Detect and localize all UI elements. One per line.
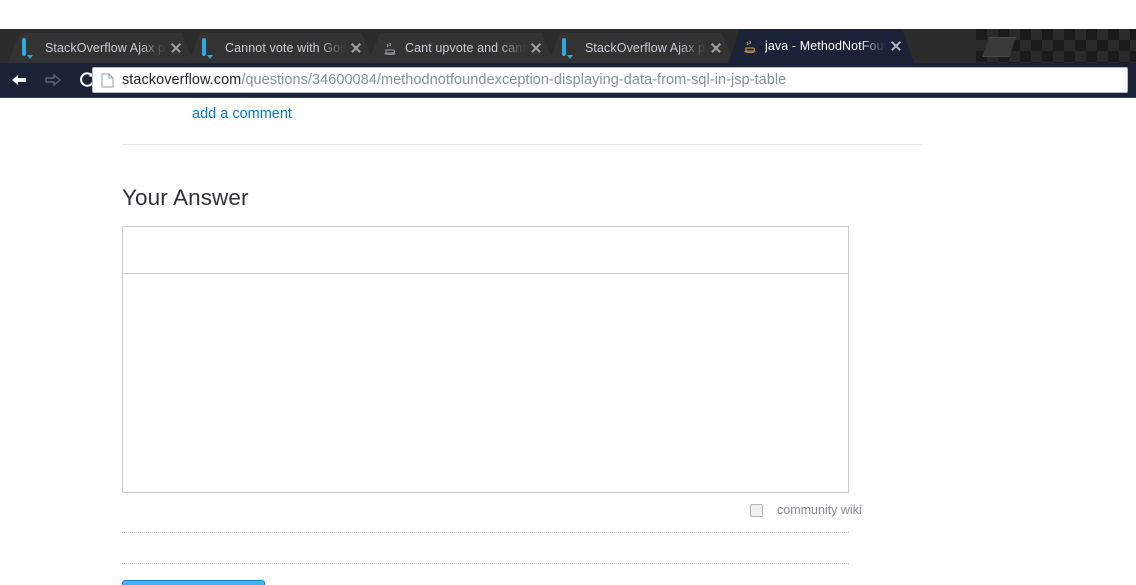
tab-java-methodnotfoundexception[interactable]: java - MethodNotFoundEx — [728, 29, 914, 63]
window-top-edge — [0, 0, 1136, 29]
add-comment-link[interactable]: add a comment — [192, 106, 292, 122]
answer-editor — [122, 226, 849, 493]
url-host: stackoverflow.com — [122, 72, 242, 88]
url-path: /questions/34600084/methodnotfoundexcept… — [241, 72, 787, 88]
page-viewport: add a comment Your Answer community wiki… — [0, 98, 1136, 585]
tab-cannot-vote-google[interactable]: Cannot vote with Google ( — [188, 33, 374, 63]
url-text: stackoverflow.com/questions/34600084/met… — [122, 72, 786, 88]
tab-list: StackOverflow Ajax proble Cannot vote wi… — [8, 29, 914, 63]
java-cup-glyph — [744, 40, 756, 53]
tab-title: Cant upvote and cant acce — [405, 41, 526, 55]
close-icon[interactable] — [528, 40, 544, 56]
document-glyph — [101, 73, 114, 87]
browser-window: StackOverflow Ajax proble Cannot vote wi… — [0, 0, 1136, 585]
tab-title: StackOverflow Ajax proble — [585, 41, 706, 55]
dotted-divider-top — [122, 532, 849, 533]
tab-cant-upvote[interactable]: Cant upvote and cant acce — [368, 33, 554, 63]
dotted-divider-bottom — [122, 563, 849, 564]
community-wiki-label: community wiki — [777, 503, 862, 517]
browser-toolbar: stackoverflow.com/questions/34600084/met… — [0, 63, 1136, 98]
close-icon[interactable] — [348, 40, 364, 56]
stackoverflow-icon — [562, 38, 578, 56]
your-answer-heading: Your Answer — [122, 184, 249, 210]
java-icon — [382, 40, 398, 56]
address-bar[interactable]: stackoverflow.com/questions/34600084/met… — [92, 67, 1128, 93]
forward-arrow-icon — [45, 73, 62, 87]
community-wiki-row[interactable]: community wiki — [750, 502, 862, 518]
section-divider — [122, 144, 922, 145]
back-arrow-icon — [12, 75, 26, 85]
back-button[interactable] — [4, 66, 34, 94]
close-icon[interactable] — [888, 38, 904, 54]
answer-textarea[interactable] — [122, 274, 849, 493]
close-icon[interactable] — [168, 40, 184, 56]
tab-title: Cannot vote with Google ( — [225, 41, 346, 55]
stackoverflow-icon — [202, 38, 218, 56]
tab-stackoverflow-ajax-1[interactable]: StackOverflow Ajax proble — [8, 33, 194, 63]
post-your-answer-button[interactable]: Post Your Answer — [122, 580, 265, 585]
document-icon — [101, 73, 114, 88]
tab-stackoverflow-ajax-2[interactable]: StackOverflow Ajax proble — [548, 33, 734, 63]
java-icon — [742, 38, 758, 54]
tab-title: StackOverflow Ajax proble — [45, 41, 166, 55]
forward-button[interactable] — [38, 66, 68, 94]
tab-title: java - MethodNotFoundEx — [765, 39, 886, 53]
close-icon[interactable] — [708, 40, 724, 56]
community-wiki-checkbox[interactable] — [750, 503, 763, 517]
tab-strip: StackOverflow Ajax proble Cannot vote wi… — [0, 29, 1136, 63]
java-cup-glyph — [384, 42, 396, 55]
stackoverflow-icon — [22, 38, 38, 56]
editor-toolbar[interactable] — [122, 226, 849, 274]
